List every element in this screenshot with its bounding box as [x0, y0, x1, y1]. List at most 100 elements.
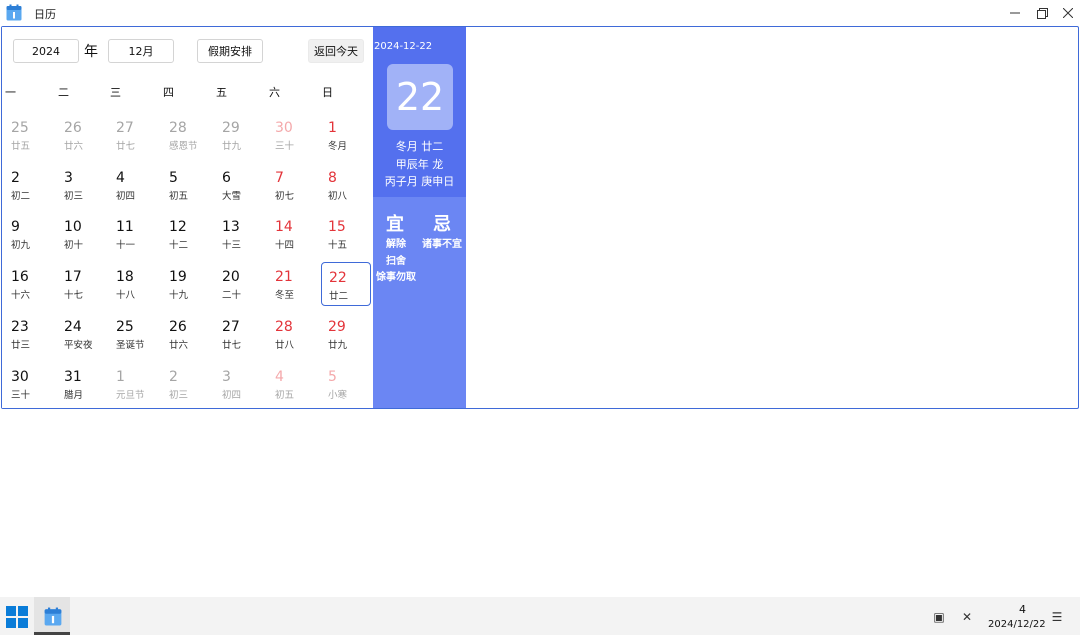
- day-cell[interactable]: 6 大雪: [215, 163, 265, 207]
- lunar-label: 十六: [11, 290, 31, 302]
- taskbar-calendar-app[interactable]: [34, 597, 70, 635]
- lunar-label: 十四: [275, 240, 295, 252]
- day-cell[interactable]: 4 初四: [109, 163, 159, 207]
- day-cell[interactable]: 29 廿九: [215, 113, 265, 157]
- day-cell[interactable]: 16 十六: [4, 262, 54, 306]
- day-cell[interactable]: 3 初四: [215, 362, 265, 406]
- day-number: 29: [328, 318, 346, 335]
- day-cell[interactable]: 15 十五: [321, 212, 371, 256]
- notification-icon[interactable]: ☰: [1050, 610, 1064, 624]
- day-cell[interactable]: 17 十七: [57, 262, 107, 306]
- lunar-label: 十九: [169, 290, 189, 302]
- day-cell[interactable]: 5 小寒: [321, 362, 371, 406]
- window-title: 日历: [34, 8, 56, 21]
- day-number: 5: [328, 368, 337, 385]
- day-cell[interactable]: 12 十二: [162, 212, 212, 256]
- month-select[interactable]: 12月: [108, 39, 174, 63]
- day-cell[interactable]: 27 廿七: [109, 113, 159, 157]
- day-cell[interactable]: 14 十四: [268, 212, 318, 256]
- yi-item: 馀事勿取: [376, 272, 416, 283]
- day-number: 26: [64, 120, 82, 136]
- holiday-schedule-button[interactable]: 假期安排: [197, 39, 263, 63]
- day-cell[interactable]: 1 元旦节: [109, 362, 159, 406]
- restore-icon: [1036, 7, 1048, 19]
- weekday-label: 五: [216, 86, 227, 99]
- lunar-label: 十三: [222, 240, 242, 252]
- day-cell[interactable]: 26 廿六: [57, 113, 107, 157]
- day-number: 1: [116, 368, 125, 385]
- day-number: 20: [222, 269, 240, 286]
- start-button[interactable]: [6, 606, 28, 628]
- year-input[interactable]: 2024: [13, 39, 79, 63]
- day-cell[interactable]: 28 感恩节: [162, 113, 212, 157]
- lunar-label: 廿六: [169, 339, 189, 351]
- day-number: 4: [275, 368, 284, 385]
- day-cell[interactable]: 4 初五: [268, 362, 318, 406]
- day-cell[interactable]: 25 圣诞节: [109, 312, 159, 356]
- yi-title: 宜: [386, 214, 404, 235]
- lunar-label: 廿五: [11, 141, 31, 152]
- day-cell[interactable]: 30 三十: [268, 113, 318, 157]
- year-unit-label: 年: [84, 44, 98, 60]
- windows-logo-icon: [18, 606, 28, 616]
- lunar-label: 初二: [11, 190, 31, 202]
- day-cell[interactable]: 31 腊月: [57, 362, 107, 406]
- lunar-label: 初四: [222, 389, 242, 401]
- day-cell[interactable]: 29 廿九: [321, 312, 371, 356]
- lunar-label: 十五: [328, 240, 348, 252]
- windows-logo-icon: [18, 618, 28, 628]
- day-cell[interactable]: 7 初七: [268, 163, 318, 207]
- day-cell[interactable]: 19 十九: [162, 262, 212, 306]
- lunar-label: 初十: [64, 240, 84, 252]
- day-number: 3: [64, 169, 73, 186]
- day-cell[interactable]: 20 二十: [215, 262, 265, 306]
- weekday-label: 日: [322, 86, 333, 99]
- day-cell[interactable]: 2 初三: [162, 362, 212, 406]
- day-cell[interactable]: 28 廿八: [268, 312, 318, 356]
- day-cell[interactable]: 25 廿五: [4, 113, 54, 157]
- day-cell[interactable]: 1 冬月: [321, 113, 371, 157]
- day-number: 10: [64, 219, 82, 236]
- day-cell[interactable]: 3 初三: [57, 163, 107, 207]
- close-icon: [1063, 8, 1073, 18]
- ganzhi-year: 甲辰年 龙: [395, 158, 444, 171]
- day-cell[interactable]: 27 廿七: [215, 312, 265, 356]
- day-cell[interactable]: 10 初十: [57, 212, 107, 256]
- lunar-label: 初九: [11, 240, 31, 252]
- day-cell[interactable]: 21 冬至: [268, 262, 318, 306]
- lunar-label: 廿六: [64, 141, 84, 152]
- day-number: 25: [116, 318, 134, 335]
- day-cell[interactable]: 24 平安夜: [57, 312, 107, 356]
- day-cell[interactable]: 18 十八: [109, 262, 159, 306]
- lunar-label: 廿七: [222, 339, 242, 351]
- day-cell[interactable]: 5 初五: [162, 163, 212, 207]
- day-cell[interactable]: 30 三十: [4, 362, 54, 406]
- clock-time[interactable]: 4: [1019, 603, 1026, 616]
- big-day-box: 22: [387, 64, 453, 130]
- day-number: 31: [64, 368, 82, 385]
- network-icon[interactable]: ✕: [960, 610, 974, 624]
- day-number: 24: [64, 318, 82, 335]
- minimize-button[interactable]: [1000, 2, 1030, 24]
- day-cell[interactable]: 11 十一: [109, 212, 159, 256]
- close-button[interactable]: [1053, 2, 1080, 24]
- big-day-number: 22: [395, 75, 445, 119]
- day-cell-selected[interactable]: 22 廿二: [321, 262, 371, 307]
- day-number: 28: [169, 120, 187, 136]
- day-number: 22: [329, 270, 347, 287]
- day-number: 1: [328, 120, 337, 136]
- display-icon[interactable]: ▣: [932, 610, 946, 624]
- clock-date[interactable]: 2024/12/22: [988, 619, 1046, 630]
- day-number: 16: [11, 269, 29, 286]
- day-cell[interactable]: 8 初八: [321, 163, 371, 207]
- day-cell[interactable]: 9 初九: [4, 212, 54, 256]
- day-cell[interactable]: 2 初二: [4, 163, 54, 207]
- day-cell[interactable]: 13 十三: [215, 212, 265, 256]
- calendar-panel: 2024 年 12月 假期安排 返回今天 一二三四五六日 25 廿五 26 廿六 27 廿…: [2, 27, 373, 408]
- day-cell[interactable]: 26 廿六: [162, 312, 212, 356]
- back-to-today-button[interactable]: 返回今天: [308, 39, 364, 63]
- day-cell[interactable]: 23 廿三: [4, 312, 54, 356]
- day-number: 4: [116, 169, 125, 186]
- calendar-app-icon: [6, 4, 22, 21]
- lunar-label: 初四: [116, 190, 136, 202]
